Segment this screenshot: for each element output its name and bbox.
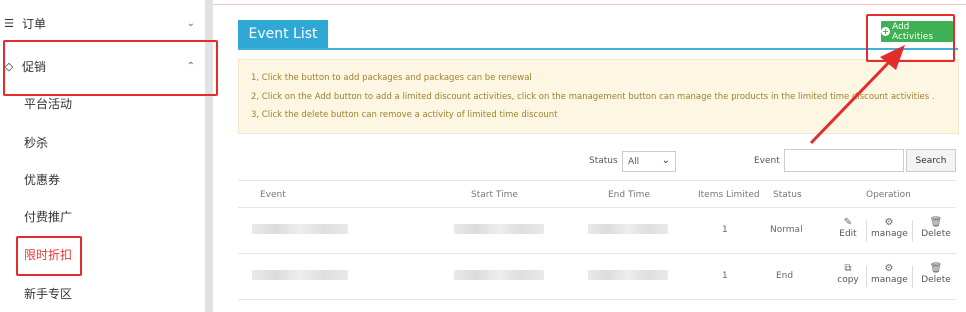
sidebar-item-limited-discount[interactable]: 限时折扣 — [24, 245, 72, 265]
col-operation: Operation — [866, 190, 911, 200]
start-time-redacted — [454, 270, 544, 280]
table-header: Event Start Time End Time Items Limited … — [238, 180, 956, 208]
chevron-down-icon: ⌄ — [661, 155, 670, 166]
divider — [866, 266, 867, 288]
items-limited: 1 — [722, 271, 728, 281]
menu-promotion[interactable]: ◇ 促销 ⌃ — [0, 51, 205, 81]
end-time-redacted — [588, 224, 668, 234]
gear-icon: ⚙ — [884, 217, 894, 228]
menu-promotion-label: 促销 — [22, 59, 47, 74]
menu-order-label: 订单 — [22, 16, 47, 31]
col-event: Event — [260, 190, 286, 200]
status-label: Status — [589, 156, 618, 166]
trash-icon: 🗑 — [929, 217, 943, 228]
col-end-time: End Time — [608, 190, 650, 200]
start-time-redacted — [454, 224, 544, 234]
edit-icon: ✎ — [843, 217, 853, 228]
tab-event-list[interactable]: Event List — [238, 20, 328, 48]
table-row: 1 End ⧉ copy ⚙ manage 🗑 Delete — [238, 254, 956, 300]
end-time-redacted — [588, 270, 668, 280]
sidebar: ☰ 订单 ⌄ ◇ 促销 ⌃ 平台活动 秒杀 优惠券 付费推广 限时折扣 新手专区 — [0, 0, 205, 312]
items-limited: 1 — [722, 225, 728, 235]
top-divider — [213, 4, 966, 5]
order-icon: ☰ — [4, 16, 14, 30]
delete-button[interactable]: 🗑 Delete — [918, 263, 954, 285]
sidebar-item-platform-activity[interactable]: 平台活动 — [24, 94, 72, 114]
delete-label: Delete — [921, 275, 951, 285]
main-content: Event List + Add Activities 1, Click the… — [213, 0, 966, 312]
divider — [912, 266, 913, 288]
add-activities-label: Add Activities — [891, 21, 934, 42]
col-status: Status — [773, 190, 802, 200]
edit-button[interactable]: ✎ Edit — [830, 217, 866, 239]
status-text: End — [776, 271, 794, 281]
chevron-up-icon[interactable]: ⌃ — [187, 61, 195, 72]
col-start-time: Start Time — [471, 190, 518, 200]
sidebar-item-newbie-zone[interactable]: 新手专区 — [24, 284, 72, 304]
event-search-input[interactable] — [784, 149, 904, 172]
manage-button[interactable]: ⚙ manage — [871, 263, 908, 285]
copy-label: copy — [837, 275, 859, 285]
plus-circle-icon: + — [881, 27, 890, 36]
status-select-value: All — [628, 156, 640, 167]
delete-button[interactable]: 🗑 Delete — [918, 217, 954, 239]
tab-bar: Event List — [238, 20, 958, 50]
add-activities-button[interactable]: + Add Activities — [881, 21, 953, 42]
notice-line: 2, Click on the Add button to add a limi… — [251, 92, 935, 102]
event-name-redacted — [252, 224, 348, 234]
gear-icon: ⚙ — [884, 263, 894, 274]
table-row: 1 Normal ✎ Edit ⚙ manage 🗑 Delete — [238, 208, 956, 254]
manage-label: manage — [871, 275, 908, 285]
col-items-limited: Items Limited — [698, 190, 760, 200]
notice-box: 1, Click the button to add packages and … — [238, 59, 959, 134]
chevron-down-icon[interactable]: ⌄ — [187, 18, 195, 29]
delete-label: Delete — [921, 229, 951, 239]
divider — [866, 220, 867, 242]
status-text: Normal — [770, 225, 803, 235]
filter-bar: Status All ⌄ Event Search — [213, 149, 966, 175]
notice-line: 1, Click the button to add packages and … — [251, 73, 532, 83]
trash-icon: 🗑 — [929, 263, 943, 274]
notice-line: 3, Click the delete button can remove a … — [251, 110, 558, 120]
manage-button[interactable]: ⚙ manage — [871, 217, 908, 239]
status-select[interactable]: All ⌄ — [622, 151, 676, 172]
search-button[interactable]: Search — [906, 149, 956, 172]
sidebar-item-flash-sale[interactable]: 秒杀 — [24, 133, 48, 153]
copy-icon: ⧉ — [844, 263, 852, 274]
edit-label: Edit — [839, 229, 857, 239]
sidebar-item-coupon[interactable]: 优惠券 — [24, 170, 60, 190]
tag-icon: ◇ — [4, 59, 14, 73]
divider — [912, 220, 913, 242]
manage-label: manage — [871, 229, 908, 239]
page-root: ☰ 订单 ⌄ ◇ 促销 ⌃ 平台活动 秒杀 优惠券 付费推广 限时折扣 新手专区… — [0, 0, 966, 312]
sidebar-item-paid-promotion[interactable]: 付费推广 — [24, 207, 72, 227]
menu-order[interactable]: ☰ 订单 ⌄ — [0, 8, 205, 38]
event-label: Event — [754, 156, 780, 166]
copy-button[interactable]: ⧉ copy — [830, 263, 866, 285]
sidebar-scrollbar[interactable] — [205, 0, 213, 312]
event-name-redacted — [252, 270, 348, 280]
